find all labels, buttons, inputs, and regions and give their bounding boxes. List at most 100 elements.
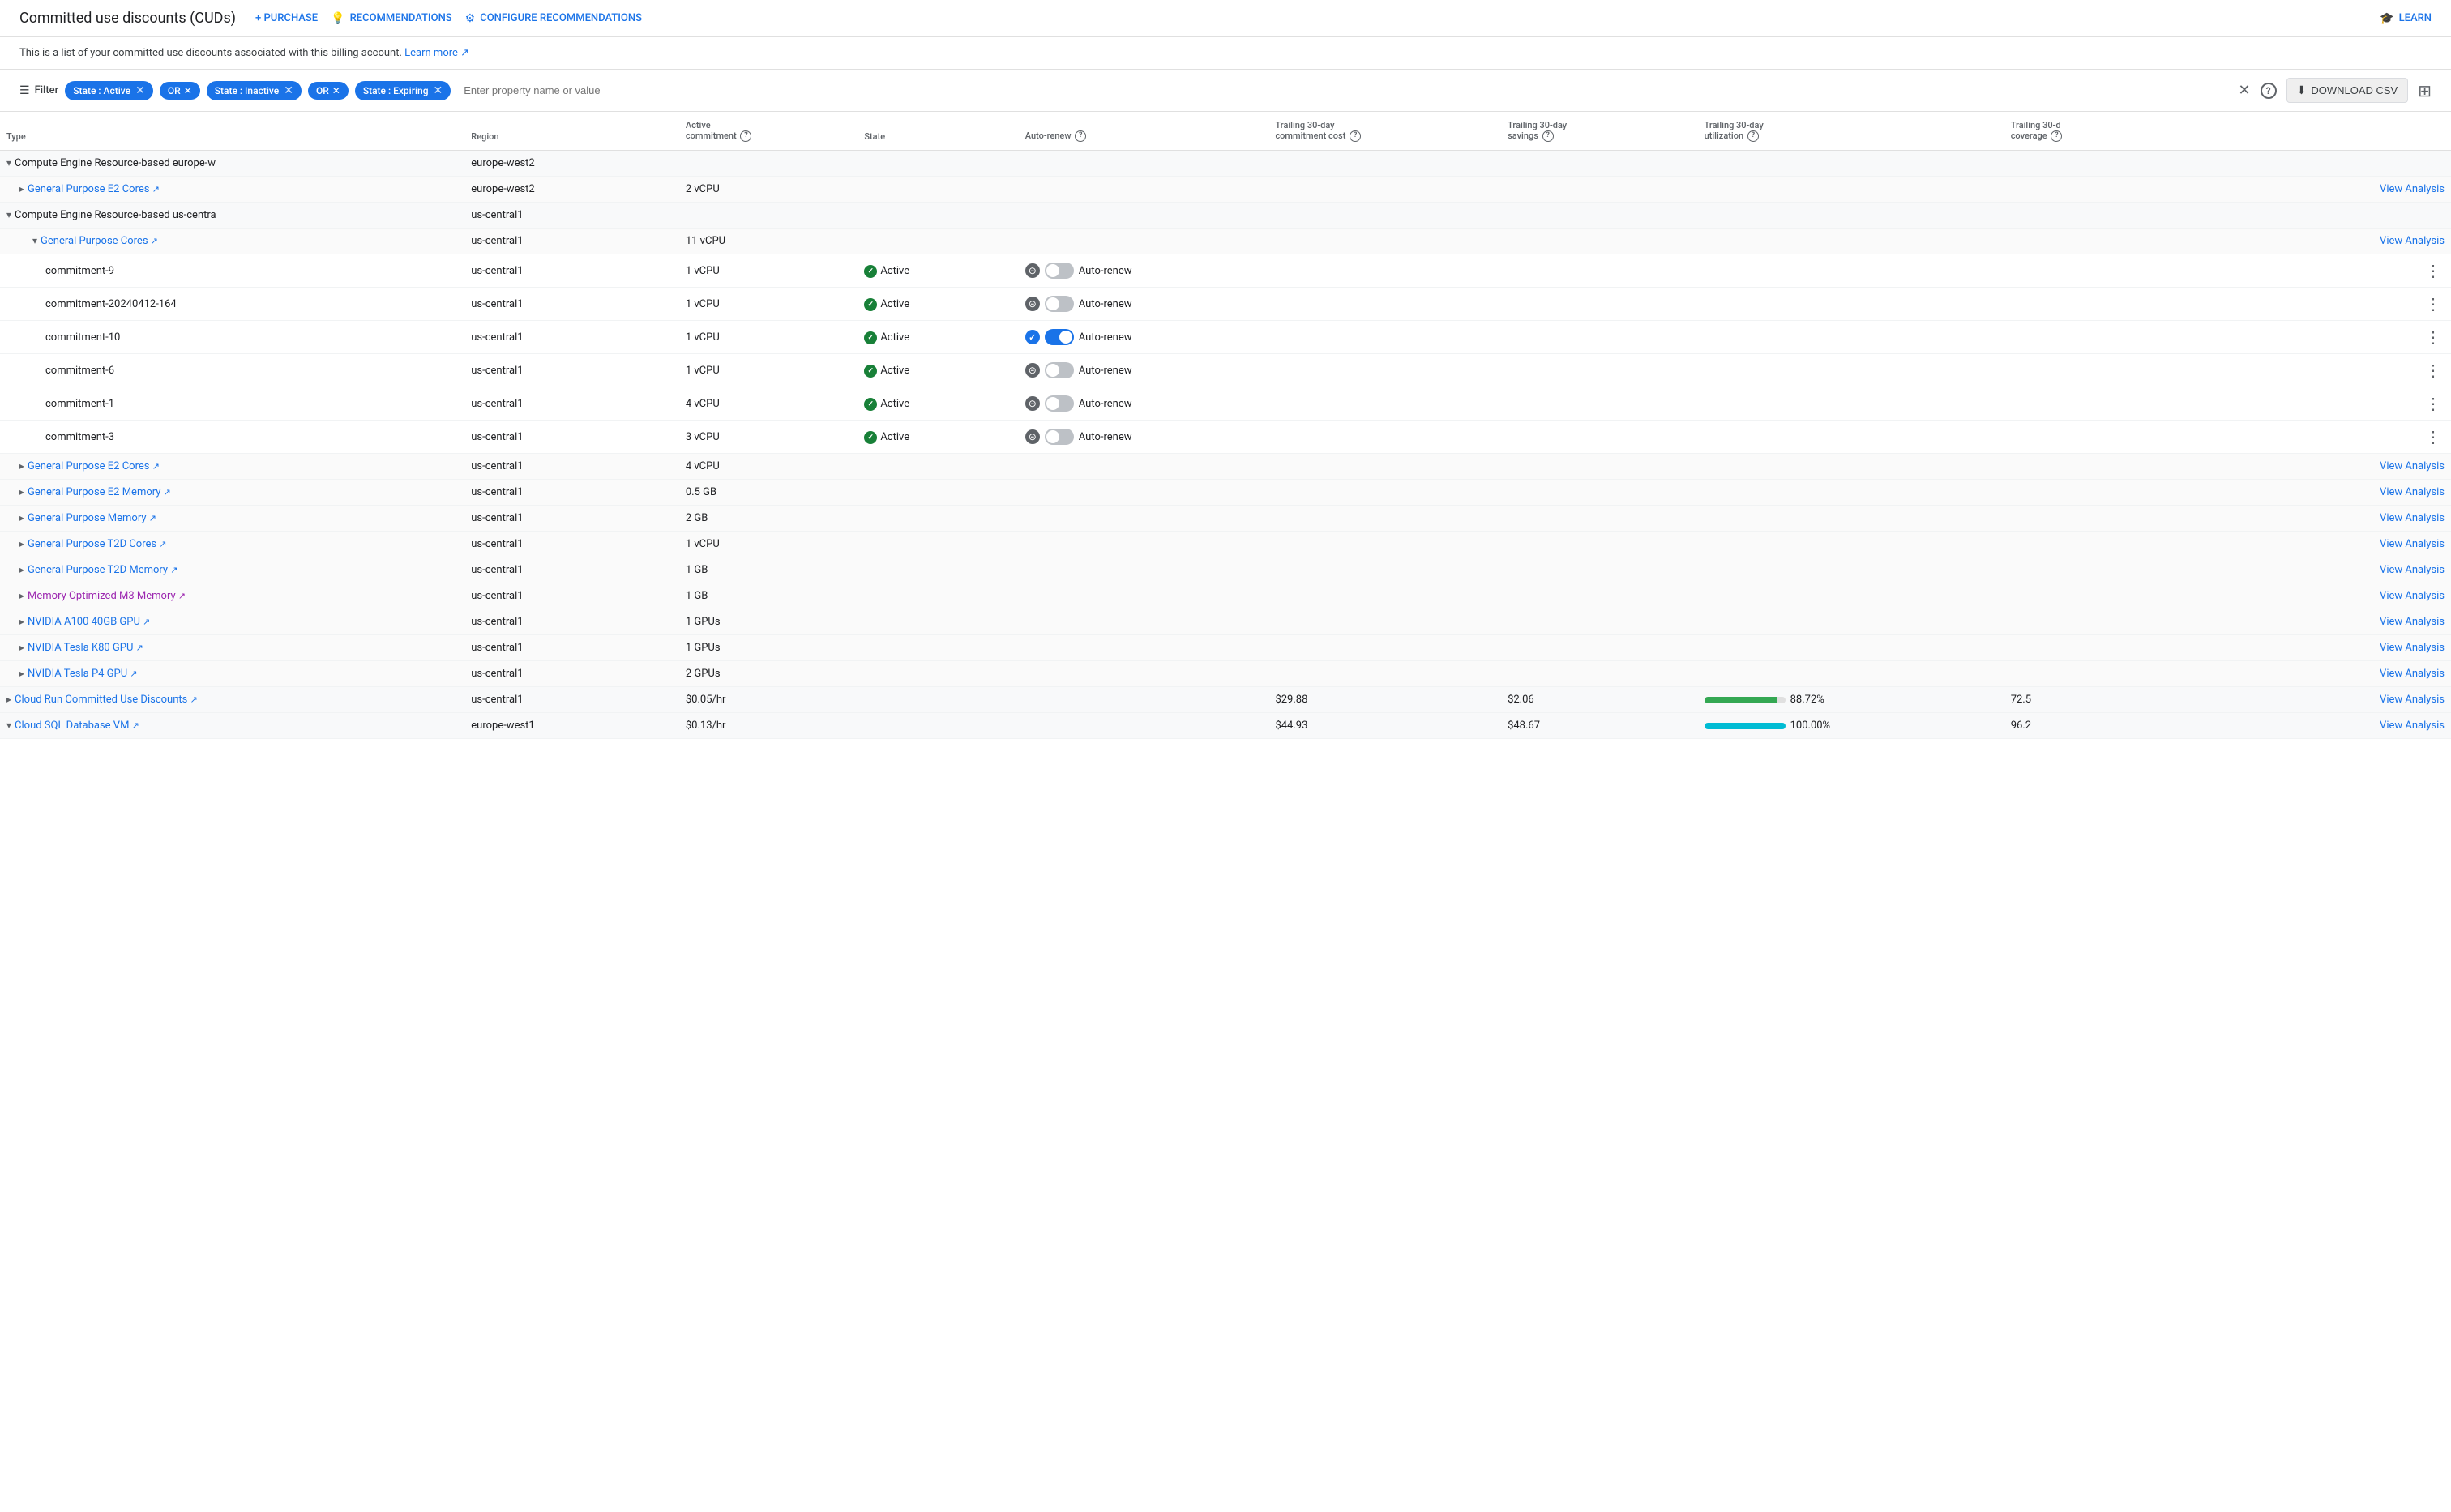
th-help-cost[interactable]: ? <box>1350 130 1361 142</box>
or-chip-close-2[interactable]: ✕ <box>332 85 340 96</box>
view-analysis-link[interactable]: View Analysis <box>2380 183 2445 195</box>
toggle-track[interactable] <box>1045 329 1074 345</box>
cell-action[interactable]: View Analysis <box>2236 635 2451 661</box>
three-dots-menu[interactable]: ⋮ <box>2422 424 2445 450</box>
expand-icon[interactable]: ▾ <box>32 235 37 246</box>
three-dots-menu[interactable]: ⋮ <box>2422 357 2445 383</box>
cell-action[interactable]: View Analysis <box>2236 557 2451 583</box>
toggle-track[interactable] <box>1045 296 1074 312</box>
expand-icon[interactable]: ▸ <box>19 668 24 679</box>
th-help-coverage[interactable]: ? <box>2051 130 2062 142</box>
cell-autorenew[interactable]: ⊝ Auto-renew <box>1019 387 1269 421</box>
type-link[interactable]: Cloud SQL Database VM ↗ <box>15 720 139 732</box>
three-dots-menu[interactable]: ⋮ <box>2422 391 2445 416</box>
autorenew-toggle[interactable]: ⊝ Auto-renew <box>1025 395 1263 412</box>
expand-icon[interactable]: ▸ <box>19 564 24 575</box>
view-analysis-link[interactable]: View Analysis <box>2380 642 2445 654</box>
autorenew-toggle[interactable]: ⊝ Auto-renew <box>1025 263 1263 279</box>
type-link[interactable]: Cloud Run Committed Use Discounts ↗ <box>15 694 198 706</box>
view-analysis-link[interactable]: View Analysis <box>2380 486 2445 498</box>
toggle-track[interactable] <box>1045 395 1074 412</box>
toggle-track[interactable] <box>1045 429 1074 445</box>
chip-close-inactive[interactable]: ✕ <box>284 84 293 97</box>
clear-filter-button[interactable]: ✕ <box>2239 82 2251 99</box>
autorenew-toggle[interactable]: ⊝ Auto-renew <box>1025 429 1263 445</box>
cell-action[interactable]: View Analysis <box>2236 480 2451 506</box>
cell-autorenew[interactable]: ⊝ Auto-renew <box>1019 254 1269 288</box>
cell-action[interactable]: View Analysis <box>2236 687 2451 713</box>
view-analysis-link[interactable]: View Analysis <box>2380 590 2445 602</box>
filter-chip-state-active[interactable]: State : Active ✕ <box>65 81 153 100</box>
cell-autorenew[interactable]: ⊝ Auto-renew <box>1019 421 1269 454</box>
view-analysis-link[interactable]: View Analysis <box>2380 512 2445 524</box>
th-help-autorenew[interactable]: ? <box>1075 130 1086 142</box>
filter-input[interactable] <box>457 81 2231 100</box>
or-chip-close-1[interactable]: ✕ <box>184 85 192 96</box>
autorenew-toggle[interactable]: ✓ Auto-renew <box>1025 329 1263 345</box>
expand-icon[interactable]: ▸ <box>19 590 24 601</box>
view-analysis-link[interactable]: View Analysis <box>2380 564 2445 576</box>
cell-action[interactable]: View Analysis <box>2236 713 2451 739</box>
view-analysis-link[interactable]: View Analysis <box>2380 538 2445 550</box>
type-link[interactable]: NVIDIA Tesla P4 GPU ↗ <box>28 668 138 680</box>
three-dots-menu[interactable]: ⋮ <box>2422 258 2445 284</box>
cell-action[interactable]: ⋮ <box>2236 387 2451 421</box>
expand-icon[interactable]: ▾ <box>6 720 11 731</box>
expand-icon[interactable]: ▸ <box>19 616 24 627</box>
download-csv-button[interactable]: ⬇ DOWNLOAD CSV <box>2286 78 2409 103</box>
type-link[interactable]: General Purpose E2 Memory ↗ <box>28 486 171 498</box>
view-analysis-link[interactable]: View Analysis <box>2380 235 2445 247</box>
th-help-savings[interactable]: ? <box>1542 130 1554 142</box>
cell-autorenew[interactable]: ⊝ Auto-renew <box>1019 354 1269 387</box>
cell-action[interactable]: View Analysis <box>2236 532 2451 557</box>
columns-button[interactable]: ⊞ <box>2418 81 2432 100</box>
expand-icon[interactable]: ▸ <box>6 694 11 705</box>
autorenew-toggle[interactable]: ⊝ Auto-renew <box>1025 296 1263 312</box>
cell-action[interactable]: View Analysis <box>2236 229 2451 254</box>
expand-icon[interactable]: ▸ <box>19 183 24 194</box>
cell-autorenew[interactable]: ⊝ Auto-renew <box>1019 288 1269 321</box>
type-link[interactable]: General Purpose E2 Cores ↗ <box>28 183 160 195</box>
autorenew-toggle[interactable]: ⊝ Auto-renew <box>1025 362 1263 378</box>
three-dots-menu[interactable]: ⋮ <box>2422 324 2445 350</box>
view-analysis-link[interactable]: View Analysis <box>2380 694 2445 706</box>
toggle-track[interactable] <box>1045 263 1074 279</box>
toggle-track[interactable] <box>1045 362 1074 378</box>
filter-help-button[interactable]: ? <box>2261 83 2277 99</box>
cell-autorenew[interactable]: ✓ Auto-renew <box>1019 321 1269 354</box>
cell-action[interactable]: View Analysis <box>2236 583 2451 609</box>
cell-action[interactable]: View Analysis <box>2236 506 2451 532</box>
filter-chip-state-inactive[interactable]: State : Inactive ✕ <box>207 81 302 100</box>
expand-icon[interactable]: ▾ <box>6 209 11 220</box>
type-link[interactable]: General Purpose Memory ↗ <box>28 512 156 524</box>
configure-recommendations-button[interactable]: ⚙ CONFIGURE RECOMMENDATIONS <box>465 12 642 25</box>
cell-action[interactable]: View Analysis <box>2236 177 2451 203</box>
purchase-button[interactable]: + PURCHASE <box>255 12 318 24</box>
view-analysis-link[interactable]: View Analysis <box>2380 616 2445 628</box>
expand-icon[interactable]: ▸ <box>19 642 24 653</box>
view-analysis-link[interactable]: View Analysis <box>2380 668 2445 680</box>
cell-action[interactable]: View Analysis <box>2236 609 2451 635</box>
filter-chip-state-expiring[interactable]: State : Expiring ✕ <box>355 81 451 100</box>
learn-button[interactable]: 🎓 LEARN <box>2380 12 2432 25</box>
expand-icon[interactable]: ▸ <box>19 538 24 549</box>
expand-icon[interactable]: ▸ <box>19 486 24 498</box>
recommendations-button[interactable]: 💡 RECOMMENDATIONS <box>331 12 452 25</box>
type-link[interactable]: NVIDIA A100 40GB GPU ↗ <box>28 616 150 628</box>
type-link[interactable]: General Purpose Cores ↗ <box>41 235 158 247</box>
learn-more-link[interactable]: Learn more ↗ <box>404 47 469 59</box>
cell-action[interactable]: View Analysis <box>2236 661 2451 687</box>
cell-action[interactable]: View Analysis <box>2236 454 2451 480</box>
type-link[interactable]: General Purpose E2 Cores ↗ <box>28 460 160 472</box>
type-link[interactable]: General Purpose T2D Cores ↗ <box>28 538 167 550</box>
view-analysis-link[interactable]: View Analysis <box>2380 460 2445 472</box>
type-link[interactable]: NVIDIA Tesla K80 GPU ↗ <box>28 642 143 654</box>
th-help-utilization[interactable]: ? <box>1747 130 1759 142</box>
th-help-active-commitment[interactable]: ? <box>740 130 751 142</box>
cell-action[interactable]: ⋮ <box>2236 288 2451 321</box>
expand-icon[interactable]: ▸ <box>19 460 24 472</box>
type-link[interactable]: Memory Optimized M3 Memory ↗ <box>28 590 186 602</box>
expand-icon[interactable]: ▾ <box>6 157 11 169</box>
type-link[interactable]: General Purpose T2D Memory ↗ <box>28 564 178 576</box>
cell-action[interactable]: ⋮ <box>2236 321 2451 354</box>
